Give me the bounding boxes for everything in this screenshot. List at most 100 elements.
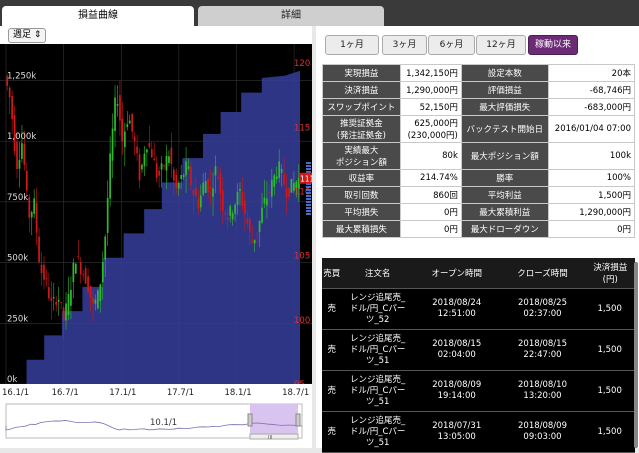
stat-label: 最大累積損失 [322, 220, 401, 238]
trades-table: 売買 注文名 オープン時間 クローズ時間 決済損益 (円) 売レンジ追尾売_ ドル/円_Cパー… [322, 258, 635, 453]
candle-body [131, 113, 134, 132]
navigator-label: 10.1/1 [150, 418, 177, 428]
stat-label: 最大評価損失 [460, 98, 549, 116]
candle-body [74, 263, 77, 274]
candle-body [84, 268, 87, 284]
candle-body [251, 240, 254, 243]
stats-row: 取引回数 860回 平均利益 1,500円 [322, 186, 636, 204]
period-button-4[interactable]: 稼動以来 [528, 35, 578, 55]
candle-body [141, 164, 143, 170]
candle-body [160, 163, 163, 170]
x-tick-label: 18.1/1 [224, 388, 251, 398]
trade-open-time: 2018/08/15 02:04:00 [413, 329, 500, 371]
price-scale-marker [306, 189, 311, 191]
candle-body [40, 264, 43, 274]
trade-header: 注文名 [341, 258, 414, 289]
candle-body [209, 187, 212, 189]
candle-body [234, 204, 236, 214]
trade-row[interactable]: 売レンジ追尾売_ ドル/円_Cパー ツ_51 2018/07/31 13:05:00 20… [322, 411, 635, 453]
candle-body [256, 232, 258, 234]
candle-body [163, 165, 165, 167]
trade-header: 売買 [322, 258, 342, 289]
stat-value: 52,150円 [399, 98, 462, 116]
stat-label: 実績最大 ポジション額 [322, 142, 401, 170]
stat-value: 1,290,000円 [399, 81, 462, 99]
y-right-tick-label: 100 [294, 316, 310, 326]
candle-body [18, 159, 21, 169]
candle-body [244, 200, 246, 214]
candle-body [280, 168, 283, 173]
stat-value: 860回 [399, 186, 462, 204]
stat-value: 2016/01/04 07:00 [547, 115, 636, 143]
stat-value: 20本 [547, 64, 636, 82]
stats-row: 収益率 214.74% 勝率 100% [322, 169, 636, 187]
candle-body [239, 188, 241, 191]
tab-details[interactable]: 詳細 [198, 6, 384, 26]
last-price-label: 111. [300, 175, 312, 184]
candle-body [182, 175, 185, 178]
y-left-tick-label: 750k [7, 193, 28, 203]
stat-value: 0円 [399, 220, 462, 238]
trade-row[interactable]: 売レンジ追尾売_ ドル/円_Cパー ツ_51 2018/08/09 19:14:00 20… [322, 370, 635, 412]
stat-label: 平均損失 [322, 203, 401, 221]
candle-body [258, 220, 261, 232]
stats-row: 実現損益 1,342,150円 設定本数 20本 [322, 64, 636, 82]
candle-body [241, 192, 244, 207]
period-button-1[interactable]: 3ヶ月 [382, 35, 427, 55]
timeframe-select[interactable]: 週足 ⇕ [8, 28, 47, 43]
period-button-2[interactable]: 6ヶ月 [428, 35, 475, 55]
trade-row[interactable]: 売レンジ追尾売_ ドル/円_Cパー ツ_52 2018/08/24 12:51:00 20… [322, 288, 635, 330]
equity-chart[interactable]: 0k250k500k750k1,000k1,250k95100105110115… [0, 44, 312, 448]
candle-body [21, 143, 23, 159]
trade-open-time: 2018/07/31 13:05:00 [413, 411, 500, 453]
candle-body [263, 197, 266, 204]
stat-label: 評価損益 [460, 81, 549, 99]
candle-body [101, 261, 104, 283]
candle-body [285, 188, 288, 198]
tab-profit-curve[interactable]: 損益曲線 [2, 6, 194, 26]
trade-close-time: 2018/08/15 22:47:00 [499, 329, 586, 371]
candle-body [119, 95, 121, 121]
stat-label: 最大ポジション額 [460, 142, 549, 170]
candle-body [219, 173, 222, 194]
navigator-handle-grip: III [268, 435, 272, 441]
price-scale-marker [306, 186, 311, 188]
stat-value: 1,500円 [547, 186, 636, 204]
period-button-0[interactable]: 1ヶ月 [325, 35, 379, 55]
candle-body [246, 218, 249, 224]
trade-close-time: 2018/08/25 02:37:00 [499, 288, 586, 330]
x-tick-label: 16.1/1 [2, 388, 29, 398]
candle-body [165, 156, 168, 171]
candle-body [97, 290, 99, 309]
candle-body [236, 192, 239, 206]
candle-body [192, 189, 195, 195]
candle-body [30, 212, 33, 218]
candle-body [158, 170, 160, 176]
candle-body [25, 170, 28, 191]
stat-value: 214.74% [399, 169, 462, 187]
stat-value: -68,746円 [547, 81, 636, 99]
trade-header: 決済損益 (円) [585, 258, 635, 289]
candle-body [195, 187, 197, 197]
candle-body [60, 302, 62, 304]
candle-body [153, 158, 156, 161]
trade-pl: 1,500 [585, 411, 635, 453]
stats-row: スワップポイント 52,150円 最大評価損失 -683,000円 [322, 98, 636, 116]
candle-body [111, 128, 114, 161]
trade-pl: 1,500 [585, 370, 635, 412]
trade-pl: 1,500 [585, 288, 635, 330]
candle-body [48, 287, 50, 299]
period-button-3[interactable]: 12ヶ月 [476, 35, 526, 55]
candle-body [190, 166, 192, 186]
x-tick-label: 17.1/1 [109, 388, 136, 398]
scrollbar[interactable] [634, 262, 638, 448]
candle-body [283, 173, 285, 185]
y-right-tick-label: 105 [294, 252, 310, 262]
trade-row[interactable]: 売レンジ追尾売_ ドル/円_Cパー ツ_51 2018/08/15 02:04:00 20… [322, 329, 635, 371]
candle-body [202, 182, 205, 195]
price-scale-marker [306, 171, 311, 173]
y-left-tick-label: 1,000k [7, 132, 36, 142]
candle-body [143, 153, 146, 167]
x-tick-label: 17.7/1 [167, 388, 194, 398]
stat-label: 推奨証拠金 (発注証拠金) [322, 115, 401, 143]
